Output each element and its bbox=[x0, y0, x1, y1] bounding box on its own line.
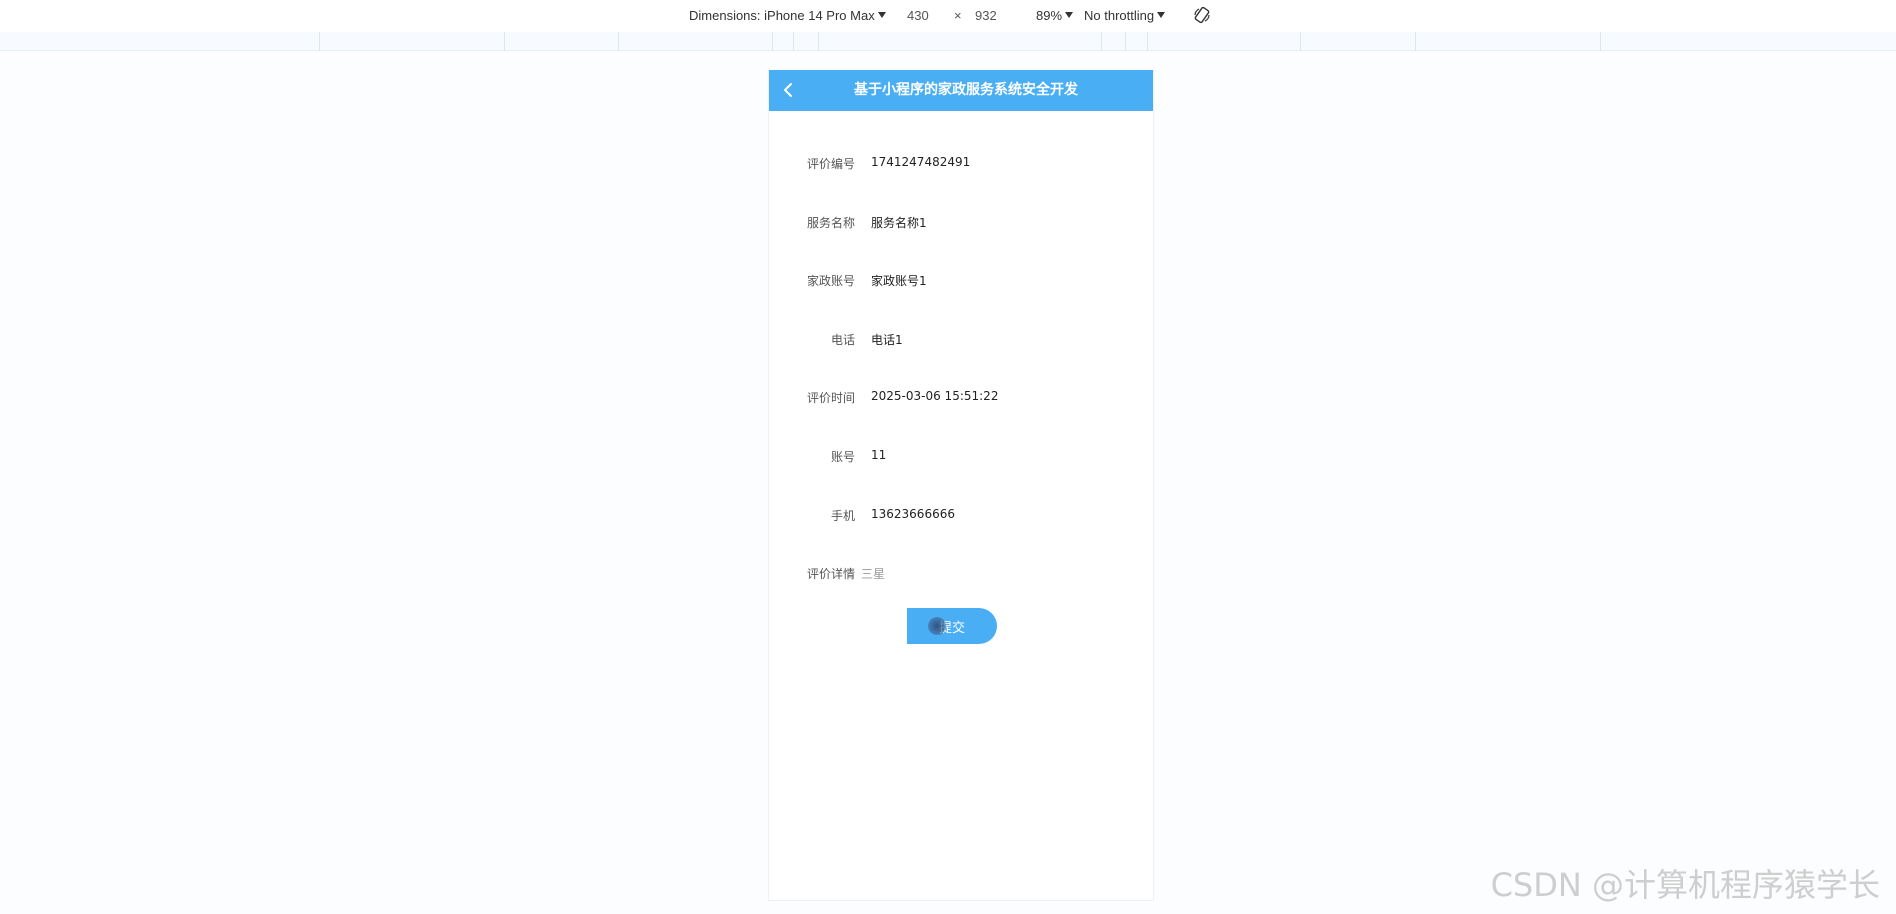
device-screen: 基于小程序的家政服务系统安全开发 评价编号 1741247482491 服务名称… bbox=[768, 70, 1154, 901]
ruler-segment[interactable] bbox=[504, 32, 505, 50]
detail-value: 11 bbox=[871, 448, 887, 462]
detail-row-review-id: 评价编号 1741247482491 bbox=[769, 155, 1153, 175]
ruler-segment[interactable] bbox=[1101, 32, 1102, 50]
detail-value: 2025-03-06 15:51:22 bbox=[871, 389, 999, 403]
ruler-segment[interactable] bbox=[618, 32, 619, 50]
detail-label: 服务名称 bbox=[806, 216, 855, 230]
detail-row-phone: 电话 电话1 bbox=[769, 331, 1153, 351]
detail-row-mobile: 手机 13623666666 bbox=[769, 507, 1153, 527]
ruler-segment[interactable] bbox=[1125, 32, 1126, 50]
throttling-select[interactable]: No throttling bbox=[1084, 8, 1166, 23]
ruler-segment[interactable] bbox=[1300, 32, 1301, 50]
detail-label: 账号 bbox=[830, 450, 855, 464]
caret-down-icon bbox=[1157, 12, 1166, 18]
throttling-label: No throttling bbox=[1084, 8, 1155, 23]
app-navbar: 基于小程序的家政服务系统安全开发 bbox=[769, 70, 1153, 111]
zoom-select[interactable]: 89% bbox=[1036, 8, 1074, 23]
zoom-label: 89% bbox=[1036, 8, 1063, 23]
ruler-segment[interactable] bbox=[1147, 32, 1148, 50]
detail-row-housekeeping-account: 家政账号 家政账号1 bbox=[769, 272, 1153, 292]
ruler-segment[interactable] bbox=[818, 32, 819, 50]
detail-label: 评价编号 bbox=[806, 157, 855, 171]
detail-row-service-name: 服务名称 服务名称1 bbox=[769, 214, 1153, 234]
submit-button[interactable]: 提交 bbox=[907, 608, 997, 644]
detail-value: 服务名称1 bbox=[871, 216, 927, 230]
ruler-segment[interactable] bbox=[319, 32, 320, 50]
detail-label: 家政账号 bbox=[806, 274, 855, 288]
detail-label: 评价时间 bbox=[806, 391, 855, 405]
detail-row-review-time: 评价时间 2025-03-06 15:51:22 bbox=[769, 389, 1153, 409]
times-symbol: × bbox=[954, 8, 962, 23]
caret-down-icon bbox=[877, 12, 886, 18]
caret-down-icon bbox=[1065, 12, 1074, 18]
device-select-label: Dimensions: iPhone 14 Pro Max bbox=[689, 8, 875, 23]
page-title: 基于小程序的家政服务系统安全开发 bbox=[854, 82, 1078, 98]
detail-row-review-detail: 评价详情 三星 bbox=[769, 565, 1153, 585]
ruler-segment[interactable] bbox=[1600, 32, 1601, 50]
review-detail-input[interactable]: 三星 bbox=[861, 565, 885, 582]
detail-row-account: 账号 11 bbox=[769, 448, 1153, 468]
detail-value: 电话1 bbox=[871, 333, 903, 347]
ruler-segment[interactable] bbox=[1415, 32, 1416, 50]
device-select[interactable]: Dimensions: iPhone 14 Pro Max bbox=[689, 8, 886, 23]
height-input[interactable]: 932 bbox=[975, 5, 997, 27]
chevron-left-icon[interactable] bbox=[781, 82, 797, 98]
detail-label: 评价详情 bbox=[806, 567, 855, 581]
rotate-icon[interactable] bbox=[1193, 6, 1211, 27]
detail-value: 家政账号1 bbox=[871, 274, 927, 288]
ruler-segment[interactable] bbox=[772, 32, 773, 50]
csdn-watermark: CSDN @计算机程序猿学长 bbox=[1490, 866, 1880, 904]
devtools-toolbar: Dimensions: iPhone 14 Pro Max 430 × 932 … bbox=[0, 0, 1896, 33]
detail-value: 1741247482491 bbox=[871, 155, 971, 169]
media-query-ruler[interactable] bbox=[0, 32, 1896, 51]
ruler-segment[interactable] bbox=[793, 32, 794, 50]
detail-label: 手机 bbox=[830, 509, 855, 523]
detail-label: 电话 bbox=[830, 333, 855, 347]
detail-value: 13623666666 bbox=[871, 507, 955, 521]
width-input[interactable]: 430 bbox=[907, 5, 929, 27]
